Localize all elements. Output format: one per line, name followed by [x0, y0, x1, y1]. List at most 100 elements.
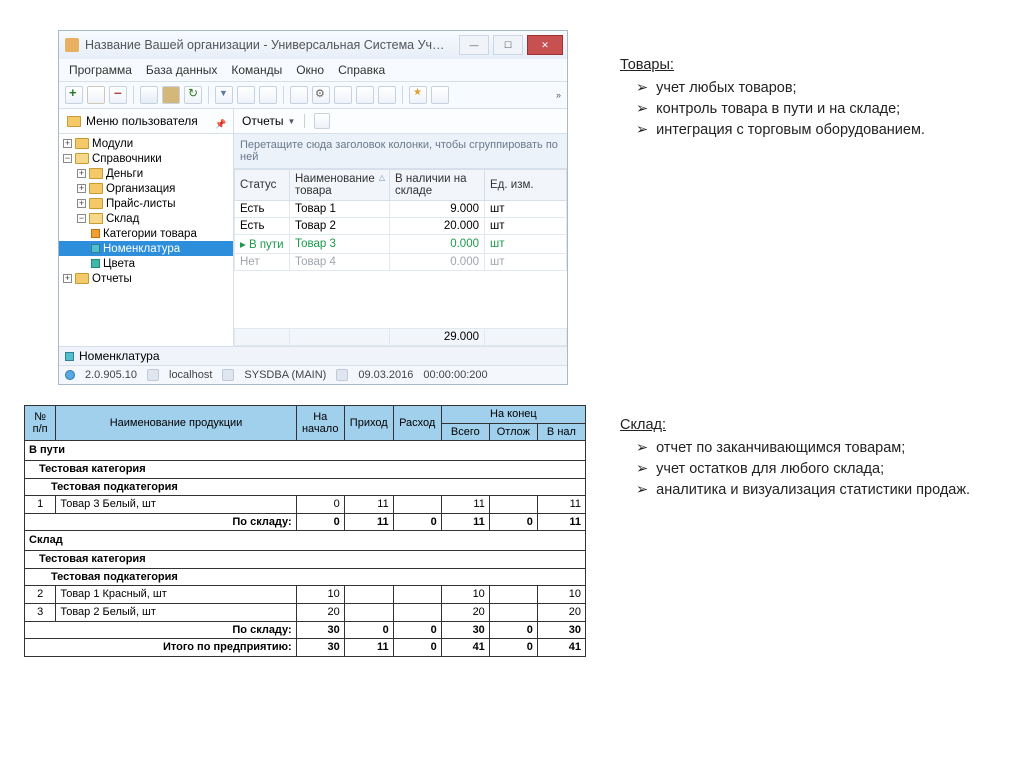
report-row: 1Товар 3 Белый, шт 011 1111	[25, 496, 586, 514]
col-np: № п/п	[25, 406, 56, 441]
col-total: Всего	[441, 423, 489, 441]
subcategory-row: Тестовая подкатегория	[25, 568, 586, 586]
tree-colors[interactable]: Цвета	[59, 256, 233, 271]
menu-db[interactable]: База данных	[146, 63, 217, 77]
tree-sprav[interactable]: −Справочники	[59, 151, 233, 166]
find-icon[interactable]	[259, 86, 277, 104]
toolbar-overflow-icon[interactable]: »	[556, 90, 561, 100]
server-icon	[147, 369, 159, 381]
close-button[interactable]: ✕	[527, 35, 563, 55]
chevron-down-icon: ▼	[287, 117, 295, 126]
connection-icon	[65, 370, 75, 380]
sort-asc-icon: △	[379, 173, 385, 182]
bullet-item: ➢учет любых товаров;	[620, 78, 1000, 99]
export-icon[interactable]	[290, 86, 308, 104]
paste-icon[interactable]	[162, 86, 180, 104]
mark-icon[interactable]	[431, 86, 449, 104]
table-row[interactable]: ЕстьТовар 220.000шт	[235, 218, 567, 235]
bullet-item: ➢интеграция с торговым оборудованием.	[620, 120, 1000, 141]
reports-label: Отчеты	[242, 114, 283, 128]
preview-icon[interactable]	[356, 86, 374, 104]
report-config-icon[interactable]	[314, 113, 330, 129]
col-status[interactable]: Статус	[235, 170, 290, 201]
app-window: Название Вашей организации - Универсальн…	[58, 30, 568, 385]
print-icon[interactable]	[334, 86, 352, 104]
table-row[interactable]: НетТовар 40.000шт	[235, 254, 567, 271]
menubar: Программа База данных Команды Окно Справ…	[59, 59, 567, 82]
folder-icon	[67, 116, 81, 127]
tree-reports[interactable]: +Отчеты	[59, 271, 233, 286]
bullets-warehouse: Склад: ➢отчет по заканчивающимся товарам…	[620, 415, 1000, 501]
category-row: Тестовая категория	[25, 460, 586, 478]
tree-price[interactable]: +Прайс-листы	[59, 196, 233, 211]
tree-categories[interactable]: Категории товара	[59, 226, 233, 241]
toolbar-sep	[283, 86, 284, 104]
delete-icon[interactable]	[109, 86, 127, 104]
maximize-button[interactable]: ☐	[493, 35, 523, 55]
user-menu-button[interactable]: Меню пользователя	[59, 109, 234, 133]
reports-dropdown[interactable]: Отчеты ▼	[234, 109, 338, 133]
group-hint[interactable]: Перетащите сюда заголовок колонки, чтобы…	[234, 134, 567, 169]
bullets-head: Склад:	[620, 415, 1000, 436]
grid-footer: 29.000	[234, 328, 567, 346]
colors-icon	[91, 259, 100, 268]
status-time: 00:00:00:200	[423, 369, 487, 381]
statusbar: 2.0.905.10 localhost SYSDBA (MAIN) 09.03…	[59, 365, 567, 384]
favorite-icon[interactable]	[409, 86, 427, 104]
refresh-icon[interactable]	[184, 86, 202, 104]
status-date: 09.03.2016	[358, 369, 413, 381]
col-name[interactable]: Наименование товара△	[290, 170, 390, 201]
menu-commands[interactable]: Команды	[231, 63, 282, 77]
toolbar-sep	[402, 86, 403, 104]
panel-row: Меню пользователя Отчеты ▼	[59, 109, 567, 134]
titlebar[interactable]: Название Вашей организации - Универсальн…	[59, 31, 567, 59]
pin-icon[interactable]	[215, 116, 225, 126]
window-title: Название Вашей организации - Универсальн…	[85, 38, 455, 52]
status-user: SYSDBA (MAIN)	[244, 369, 326, 381]
copy-icon[interactable]	[140, 86, 158, 104]
tab-nomenclature[interactable]: Номенклатура	[79, 349, 160, 363]
add-icon[interactable]	[65, 86, 83, 104]
sort-icon[interactable]	[237, 86, 255, 104]
col-out: Расход	[393, 406, 441, 441]
bullet-item: ➢контроль товара в пути и на складе;	[620, 99, 1000, 120]
report-row: 3Товар 2 Белый, шт 20 2020	[25, 604, 586, 622]
status-version: 2.0.905.10	[85, 369, 137, 381]
calendar-icon	[336, 369, 348, 381]
tree-modules[interactable]: +Модули	[59, 136, 233, 151]
col-unit[interactable]: Ед. изм.	[485, 170, 567, 201]
filter-icon[interactable]	[215, 86, 233, 104]
table-row[interactable]: ЕстьТовар 19.000шт	[235, 201, 567, 218]
bullet-item: ➢отчет по заканчивающимся товарам;	[620, 438, 1000, 459]
col-stock[interactable]: В наличии на складе	[390, 170, 485, 201]
subcategory-row: Тестовая подкатегория	[25, 478, 586, 496]
menu-help[interactable]: Справка	[338, 63, 385, 77]
tree-org[interactable]: +Организация	[59, 181, 233, 196]
minimize-button[interactable]: —	[459, 35, 489, 55]
bullets-goods: Товары: ➢учет любых товаров; ➢контроль т…	[620, 55, 1000, 141]
menu-program[interactable]: Программа	[69, 63, 132, 77]
user-icon	[222, 369, 234, 381]
user-menu-label: Меню пользователя	[86, 114, 198, 128]
col-avail: В нал	[537, 423, 585, 441]
grand-total-row: Итого по предприятию: 30110 41041	[25, 639, 586, 657]
menu-window[interactable]: Окно	[296, 63, 324, 77]
report-table: № п/п Наименование продукции На начало П…	[24, 405, 586, 657]
tree-nomenclature[interactable]: Номенклатура	[59, 241, 233, 256]
bullet-item: ➢аналитика и визуализация статистики про…	[620, 480, 1000, 501]
app-icon	[65, 38, 79, 52]
toolbar-sep	[208, 86, 209, 104]
section-row: Склад	[25, 531, 586, 551]
summary-row: По складу: 0110 11011	[25, 513, 586, 531]
tab-icon	[65, 352, 74, 361]
col-end: На конец	[441, 406, 585, 424]
tree-sklad[interactable]: −Склад	[59, 211, 233, 226]
settings-icon[interactable]	[312, 86, 330, 104]
toolbar-sep	[133, 86, 134, 104]
table-row[interactable]: ▸ В путиТовар 30.000шт	[235, 235, 567, 254]
data-grid[interactable]: Статус Наименование товара△ В наличии на…	[234, 169, 567, 271]
section-row: В пути	[25, 441, 586, 461]
tree-money[interactable]: +Деньги	[59, 166, 233, 181]
edit-icon[interactable]	[87, 86, 105, 104]
chart-icon[interactable]	[378, 86, 396, 104]
